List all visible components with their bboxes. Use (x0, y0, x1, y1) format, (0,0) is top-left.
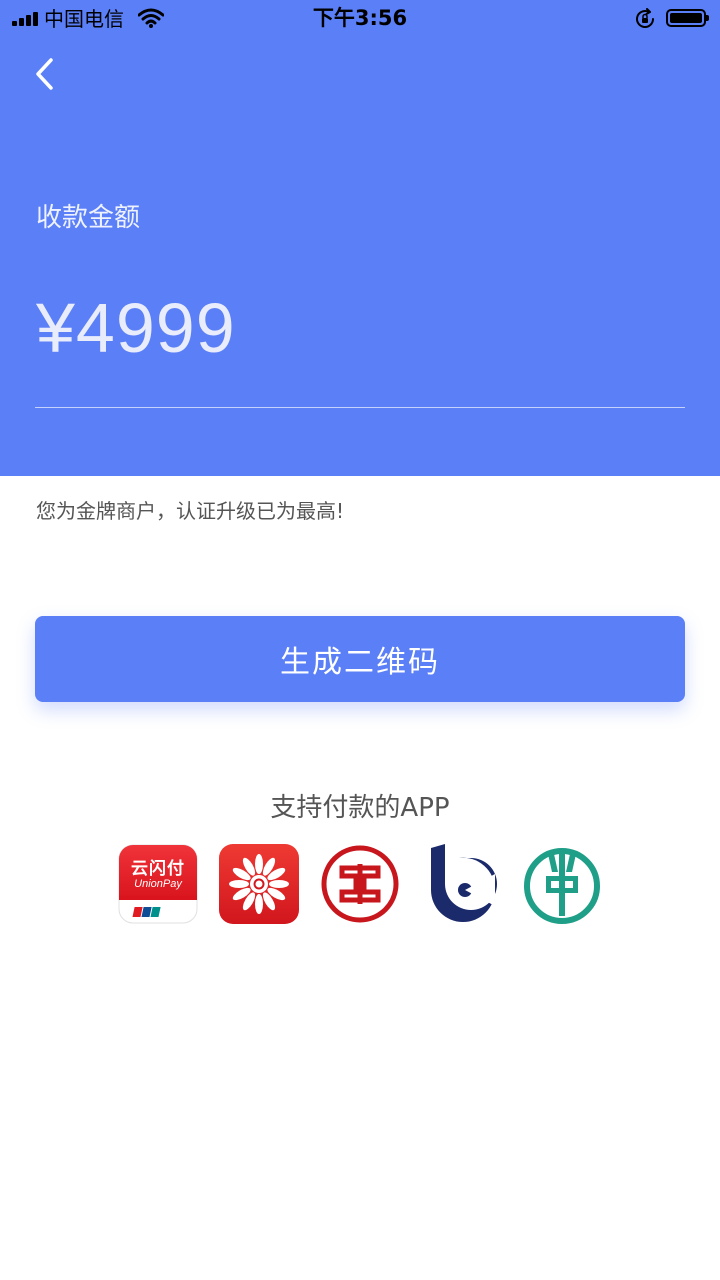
generate-qr-code-button[interactable]: 生成二维码 (35, 616, 685, 702)
agricultural-bank-icon[interactable] (522, 844, 602, 924)
supported-apps-title: 支持付款的APP (270, 793, 450, 823)
battery-icon (666, 9, 709, 27)
chevron-left-icon (36, 58, 53, 90)
amount-divider (35, 407, 685, 408)
bank-of-communications-icon[interactable] (421, 844, 501, 924)
supported-apps-list: 云闪付 UnionPay (118, 844, 602, 926)
status-time: 下午3:56 (312, 6, 408, 30)
back-button[interactable] (26, 52, 66, 96)
amount-label: 收款金额 (36, 203, 141, 233)
status-bar: 中国电信 下午3:56 (0, 0, 720, 40)
flower-bank-icon[interactable] (219, 844, 299, 924)
rotation-lock-icon (634, 8, 656, 30)
header-panel (0, 0, 720, 476)
amount-value: ¥4999 (36, 289, 236, 367)
icbc-icon[interactable] (320, 844, 400, 924)
unionpay-app-name: 云闪付 (131, 859, 185, 878)
merchant-status-note: 您为金牌商户，认证升级已为最高! (36, 499, 345, 523)
unionpay-app-subtitle: UnionPay (134, 878, 182, 890)
unionpay-cloud-icon[interactable]: 云闪付 UnionPay (118, 844, 198, 924)
